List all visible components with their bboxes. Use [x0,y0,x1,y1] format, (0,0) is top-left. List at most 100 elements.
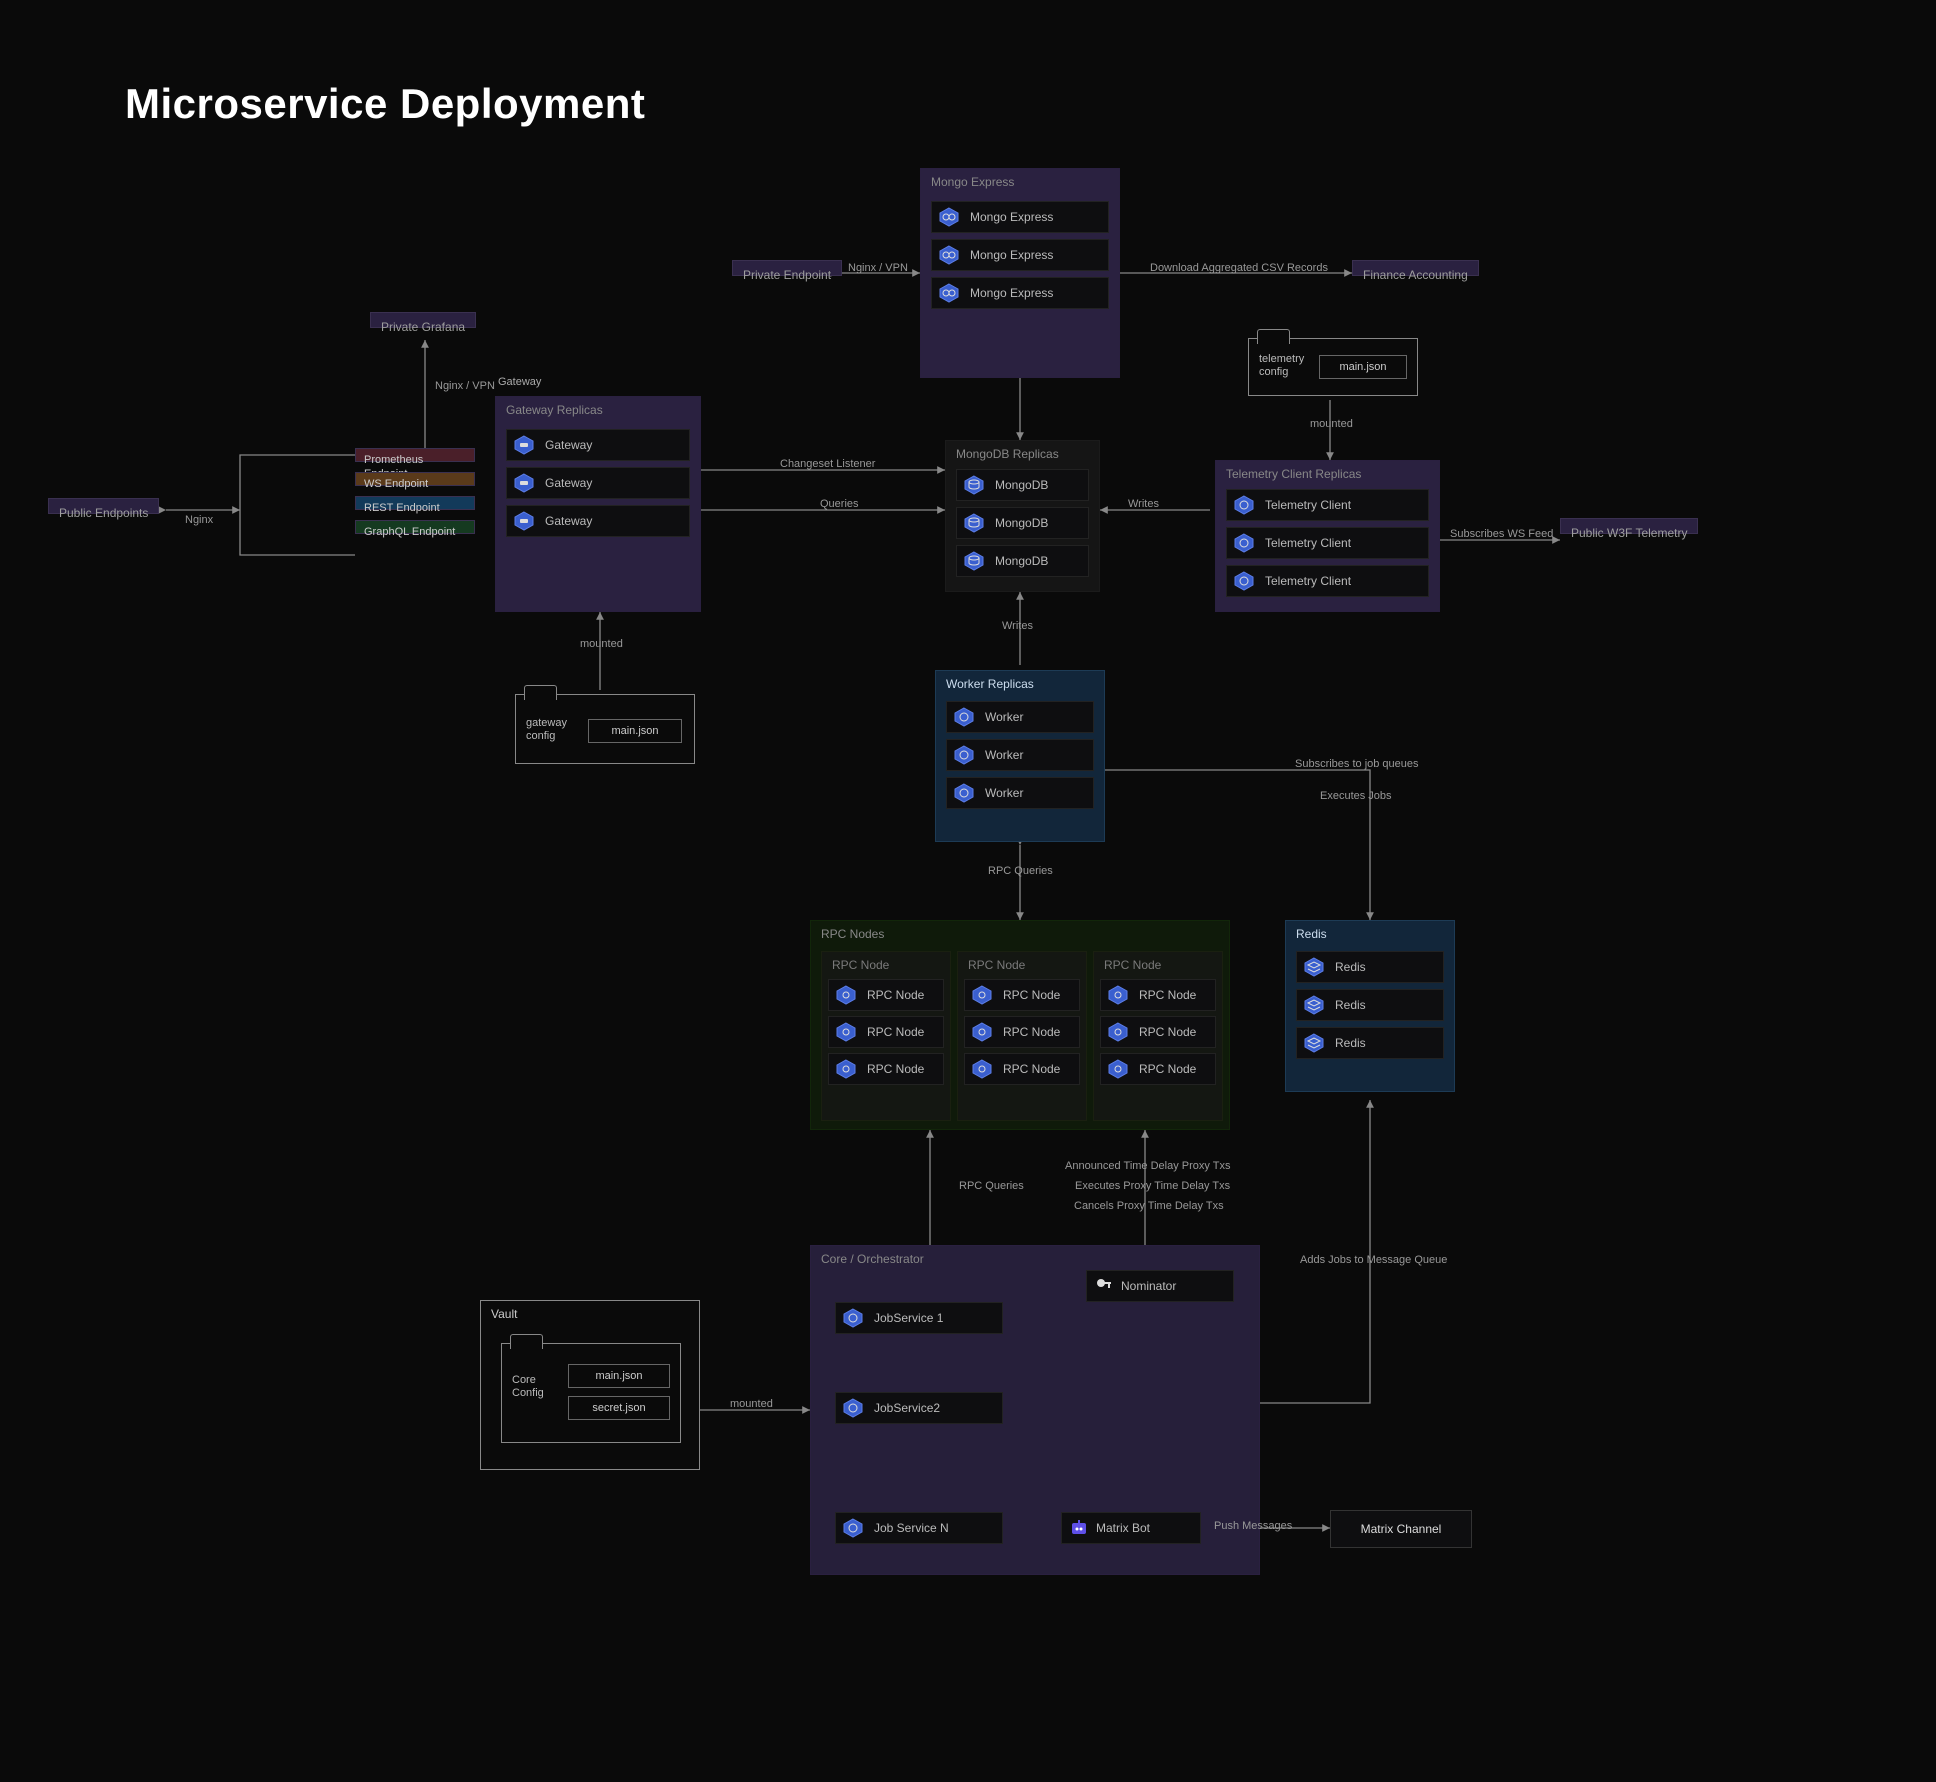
config-label: telemetry config [1259,353,1304,379]
label: RPC Node [1139,1025,1196,1039]
edge-rpc-queries-worker: RPC Queries [988,865,1053,877]
redis-hex-icon [1303,957,1325,977]
edge-writes-telemetry: Writes [1128,498,1159,510]
mongoex-hex-icon [938,245,960,265]
hex-icon [953,745,975,765]
matrix-channel-node: Matrix Channel [1330,1510,1472,1548]
gateway-replica: Gateway [506,505,690,537]
edge-adds-jobs: Adds Jobs to Message Queue [1300,1254,1447,1266]
label: MongoDB [995,478,1048,492]
worker-node: Worker [946,777,1094,809]
rpc-node-subgroup: RPC Node RPC Node RPC Node RPC Node [821,951,951,1121]
mongo-express-node: Mongo Express [931,277,1109,309]
edge-sub-ws: Subscribes WS Feed [1450,528,1553,540]
label: Worker [985,786,1023,800]
label: Public Endpoints [59,506,148,520]
label: Matrix Bot [1096,1521,1150,1535]
public-endpoints-node: Public Endpoints [48,498,159,514]
vault-folder: Vault Core Config main.json secret.json [480,1300,700,1470]
label: Telemetry Client [1265,498,1351,512]
label: Finance Accounting [1363,268,1468,282]
mongoex-hex-icon [938,283,960,303]
job-service: JobService 1 [835,1302,1003,1334]
edge-nginx: Nginx [185,514,213,526]
hex-icon [842,1518,864,1538]
redis-node: Redis [1296,951,1444,983]
telemetry-replicas-group: Telemetry Client Replicas Telemetry Clie… [1215,460,1440,612]
label: Gateway [545,514,592,528]
hex-icon [1107,1059,1129,1079]
label: Gateway [545,476,592,490]
hex-icon [953,707,975,727]
label: RPC Node [867,988,924,1002]
graphql-endpoint: GraphQL Endpoint [355,520,475,534]
mongoex-hex-icon [938,207,960,227]
hex-icon [835,1022,857,1042]
label: Telemetry Client [1265,574,1351,588]
edge-exec-jobs: Executes Jobs [1320,790,1392,802]
rpc-node: RPC Node [828,979,944,1011]
ws-endpoint: WS Endpoint [355,472,475,486]
config-file: secret.json [568,1396,670,1420]
hex-icon [953,783,975,803]
mongodb-node: MongoDB [956,469,1089,501]
redis-group: Redis Redis Redis Redis [1285,920,1455,1092]
label: Private Endpoint [743,268,831,282]
db-hex-icon [963,475,985,495]
mongodb-node: MongoDB [956,545,1089,577]
config-file: main.json [568,1364,670,1388]
hex-icon [1107,1022,1129,1042]
outer-title-gateway: Gateway [498,376,541,388]
folder-tab-icon [1257,329,1290,344]
hex-icon [842,1308,864,1328]
rpc-node: RPC Node [828,1016,944,1048]
finance-accounting-node: Finance Accounting [1352,260,1479,276]
label: RPC Node [1139,988,1196,1002]
gateway-hex-icon [513,435,535,455]
hex-icon [835,985,857,1005]
label: Telemetry Client [1265,536,1351,550]
redis-node: Redis [1296,1027,1444,1059]
prometheus-endpoint: Prometheus Endpoint [355,448,475,462]
rpc-node: RPC Node [828,1053,944,1085]
group-title: Gateway Replicas [506,403,603,417]
edge-mounted-core: mounted [730,1398,773,1410]
folder-tab-icon [524,685,557,700]
page-title: Microservice Deployment [125,80,645,128]
core-orchestrator-group: Core / Orchestrator JobService 1 JobServ… [810,1245,1260,1575]
label: Redis [1335,998,1366,1012]
group-title: RPC Node [968,958,1025,972]
job-service: Job Service N [835,1512,1003,1544]
config-file: main.json [588,719,682,743]
label: RPC Node [867,1062,924,1076]
label: Redis [1335,960,1366,974]
label: MongoDB [995,516,1048,530]
gateway-config-folder: gateway config main.json [515,694,695,764]
label: Mongo Express [970,210,1053,224]
label: Nominator [1121,1279,1176,1293]
rpc-node: RPC Node [1100,979,1216,1011]
gateway-replica: Gateway [506,467,690,499]
edge-tx1: Announced Time Delay Proxy Txs [1065,1160,1230,1172]
group-title: Worker Replicas [946,677,1034,691]
core-config-folder: Core Config main.json secret.json [501,1343,681,1443]
key-icon [1093,1276,1115,1296]
label: Worker [985,748,1023,762]
hex-icon [842,1398,864,1418]
label: RPC Node [867,1025,924,1039]
redis-hex-icon [1303,995,1325,1015]
telemetry-config-folder: telemetry config main.json [1248,338,1418,396]
mongo-express-group: Mongo Express Mongo Express Mongo Expres… [920,168,1120,378]
db-hex-icon [963,551,985,571]
edge-nginx-vpn-grafana: Nginx / VPN [435,380,495,392]
edge-changeset: Changeset Listener [780,458,875,470]
edge-tx3: Cancels Proxy Time Delay Txs [1074,1200,1224,1212]
group-title: Mongo Express [931,175,1014,189]
edge-rpc-queries-core: RPC Queries [959,1180,1024,1192]
matrix-bot: Matrix Bot [1061,1512,1201,1544]
hex-icon [835,1059,857,1079]
edge-push-messages: Push Messages [1214,1520,1292,1532]
edge-writes-worker: Writes [1002,620,1033,632]
diagram-canvas: Microservice Deployment [0,0,1936,1782]
config-label: Core Config [512,1374,544,1400]
